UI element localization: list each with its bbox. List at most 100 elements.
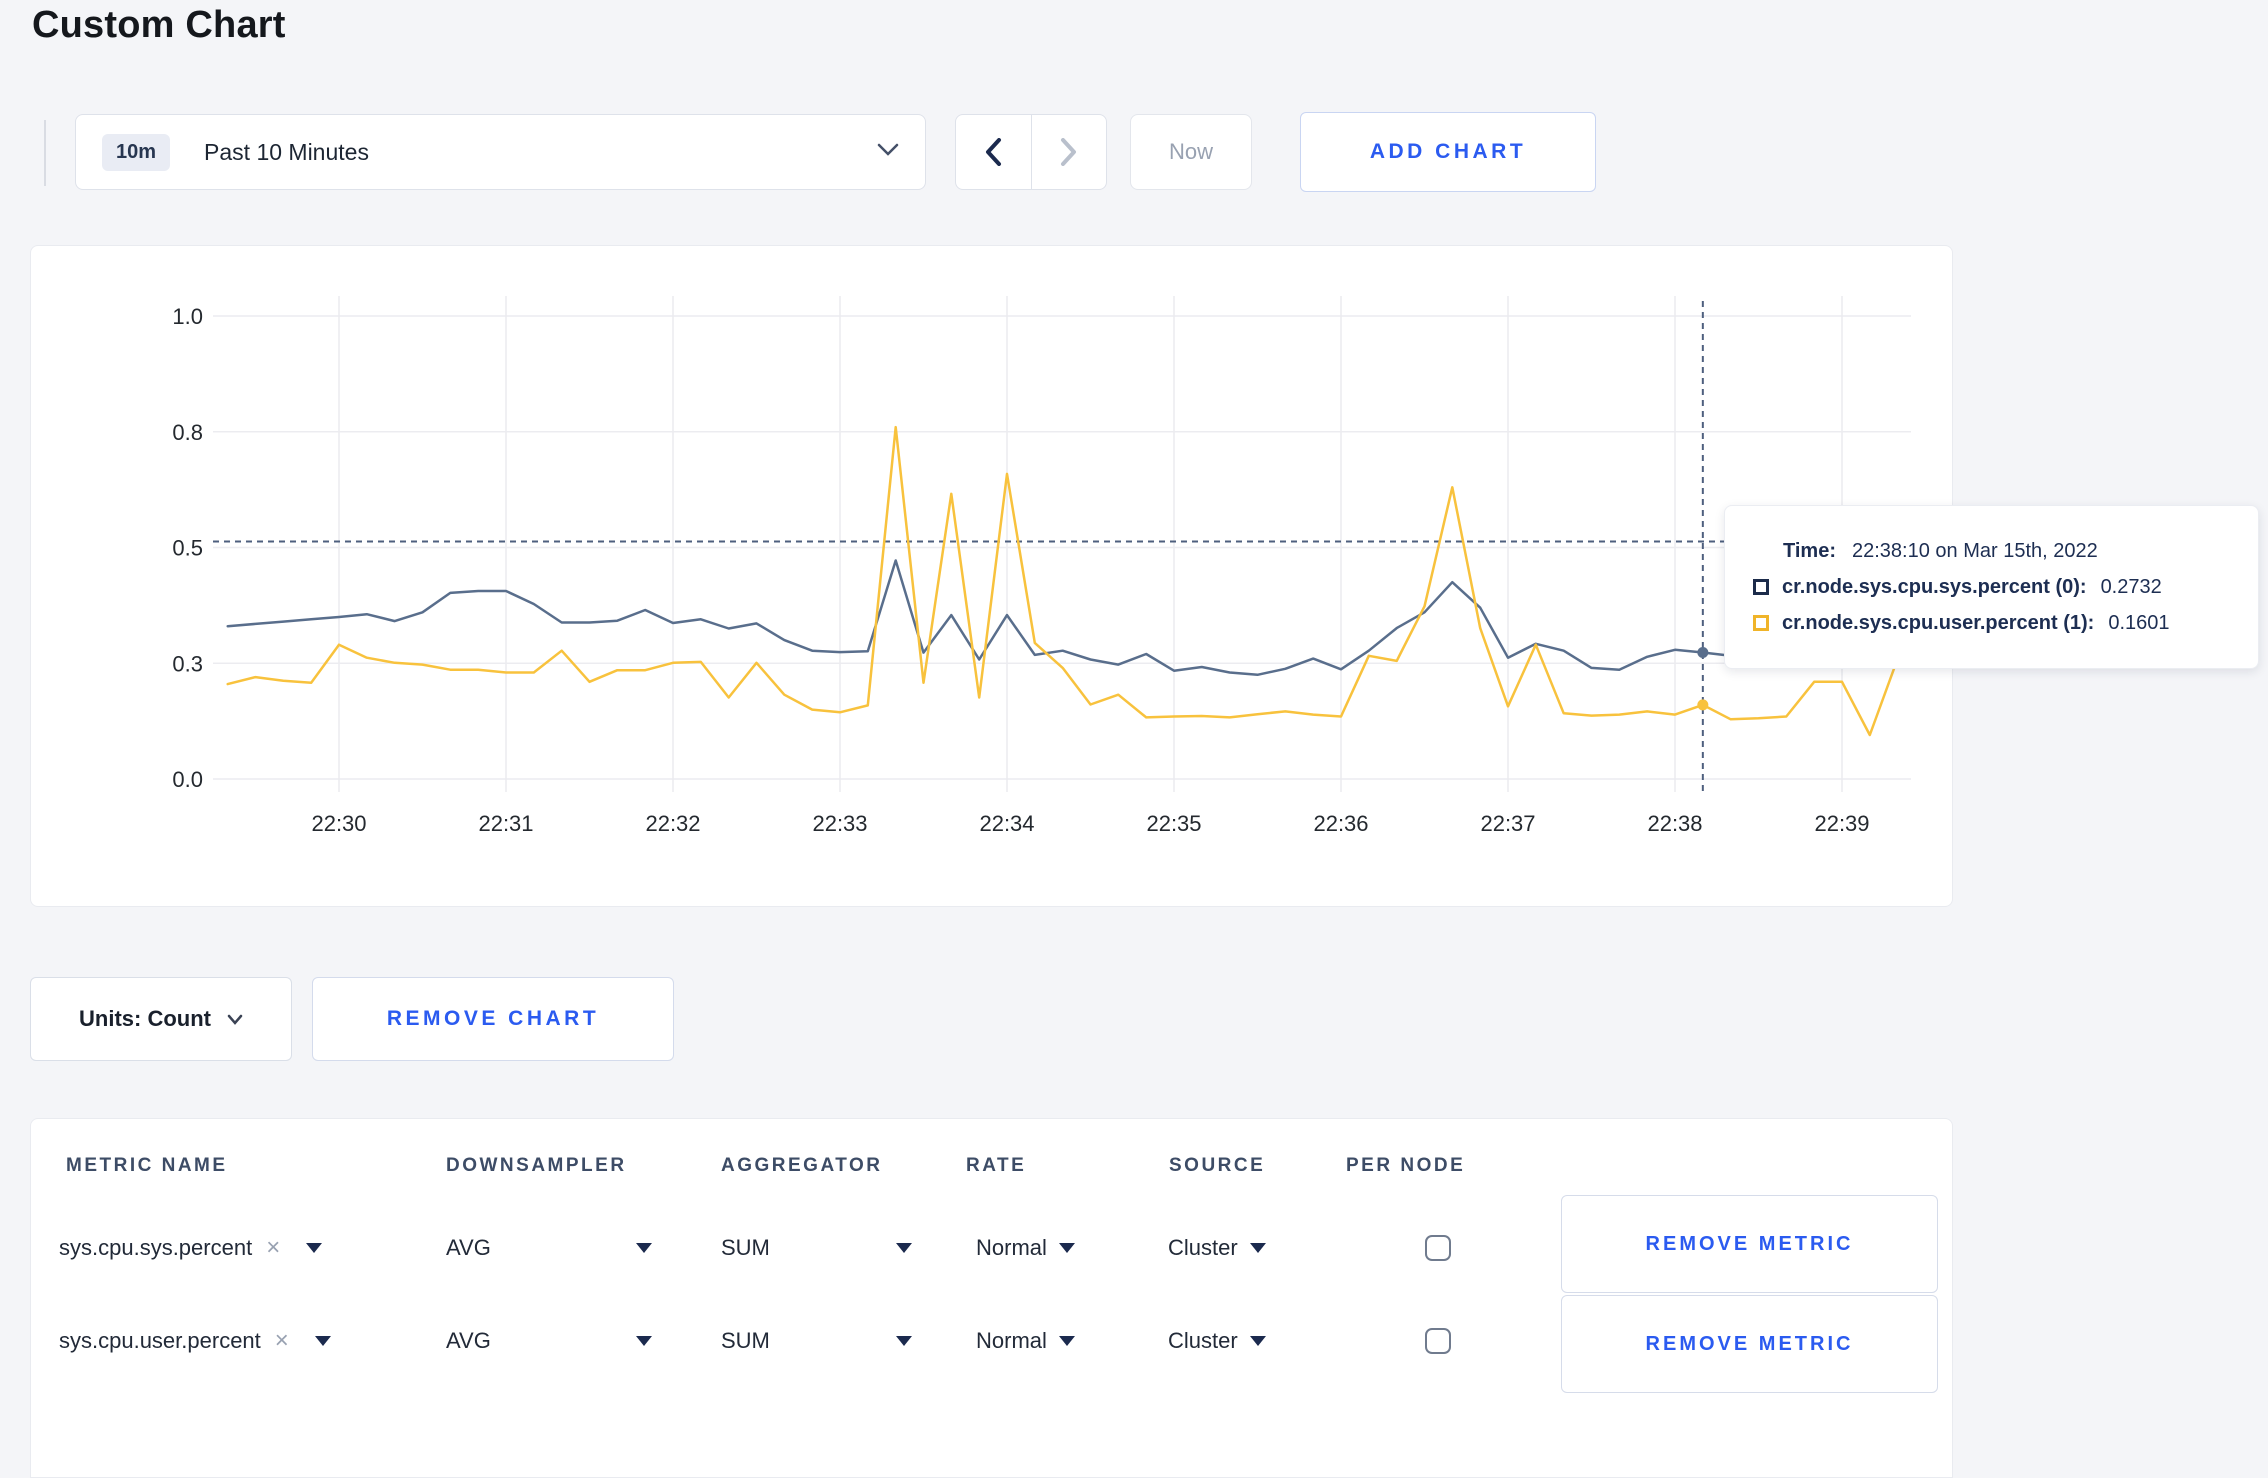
time-window-label: Past 10 Minutes bbox=[204, 138, 369, 165]
svg-text:22:30: 22:30 bbox=[311, 811, 366, 836]
tooltip-series-value: 0.2732 bbox=[2100, 575, 2162, 598]
svg-text:1.0: 1.0 bbox=[172, 304, 203, 329]
series-swatch-icon bbox=[1753, 615, 1769, 631]
aggregator-arrow[interactable] bbox=[896, 1243, 912, 1253]
dropdown-arrow-icon bbox=[1058, 1243, 1075, 1253]
series-swatch-icon bbox=[1753, 579, 1769, 595]
dropdown-arrow-icon bbox=[314, 1336, 331, 1346]
svg-text:0.0: 0.0 bbox=[172, 767, 203, 792]
svg-text:22:39: 22:39 bbox=[1814, 811, 1869, 836]
downsampler-value: AVG bbox=[446, 1235, 491, 1260]
tooltip-series-row: cr.node.sys.cpu.sys.percent (0): 0.2732 bbox=[1753, 576, 2238, 599]
metric-name: sys.cpu.user.percent bbox=[59, 1328, 261, 1353]
chevron-left-icon bbox=[986, 138, 1002, 166]
per-node-checkbox[interactable] bbox=[1425, 1235, 1451, 1261]
source-select[interactable]: Cluster bbox=[1168, 1328, 1266, 1354]
units-label: Units: Count bbox=[79, 1006, 211, 1031]
now-button-label: Now bbox=[1168, 139, 1213, 164]
dropdown-arrow-icon bbox=[306, 1243, 323, 1253]
prev-time-button[interactable] bbox=[956, 115, 1032, 189]
remove-metric-label: REMOVE METRIC bbox=[1645, 1332, 1854, 1355]
col-header-rate: RATE bbox=[966, 1155, 1027, 1176]
per-node-cell bbox=[1425, 1328, 1451, 1354]
chevron-down-icon bbox=[877, 143, 899, 162]
col-header-source: SOURCE bbox=[1169, 1155, 1266, 1176]
metric-name-select[interactable]: sys.cpu.sys.percent × bbox=[59, 1234, 323, 1262]
timeseries-chart[interactable]: 0.0 0.3 0.5 0.8 1.0 22:30 22:31 22:32 22:33 22:34… bbox=[31, 246, 1954, 908]
chart-card: 0.0 0.3 0.5 0.8 1.0 22:30 22:31 22:32 22:33 22:34… bbox=[30, 245, 1953, 907]
dropdown-arrow-icon bbox=[1249, 1336, 1266, 1346]
time-window-badge: 10m bbox=[102, 133, 171, 171]
chart-tooltip: Time: 22:38:10 on Mar 15th, 2022 cr.node… bbox=[1724, 505, 2259, 669]
downsampler-select[interactable]: AVG bbox=[446, 1328, 491, 1354]
svg-text:0.8: 0.8 bbox=[172, 420, 203, 445]
remove-chart-button[interactable]: REMOVE CHART bbox=[312, 977, 674, 1061]
tooltip-time-value: 22:38:10 on Mar 15th, 2022 bbox=[1851, 539, 2098, 562]
source-select[interactable]: Cluster bbox=[1168, 1235, 1266, 1261]
next-time-button[interactable] bbox=[1032, 115, 1107, 189]
aggregator-value: SUM bbox=[721, 1235, 770, 1260]
tooltip-series-row: cr.node.sys.cpu.user.percent (1): 0.1601 bbox=[1753, 612, 2238, 635]
source-value: Cluster bbox=[1168, 1328, 1238, 1353]
remove-chart-label: REMOVE CHART bbox=[386, 1007, 600, 1030]
tooltip-series-label: cr.node.sys.cpu.user.percent (1): bbox=[1782, 611, 2095, 634]
tooltip-time-row: Time: 22:38:10 on Mar 15th, 2022 bbox=[1753, 540, 2238, 563]
tooltip-time-label: Time: bbox=[1783, 539, 1836, 562]
svg-text:22:35: 22:35 bbox=[1146, 811, 1201, 836]
dropdown-arrow-icon bbox=[896, 1243, 912, 1253]
page-title: Custom Chart bbox=[32, 4, 286, 46]
col-header-aggregator: AGGREGATOR bbox=[721, 1155, 883, 1176]
tooltip-series-label: cr.node.sys.cpu.sys.percent (0): bbox=[1782, 575, 2087, 598]
custom-chart-page: Custom Chart 10m Past 10 Minutes Now ADD… bbox=[0, 0, 2268, 1478]
chevron-right-icon bbox=[1060, 138, 1076, 166]
dropdown-arrow-icon bbox=[1058, 1336, 1075, 1346]
clear-metric-icon[interactable]: × bbox=[275, 1327, 289, 1355]
dropdown-arrow-icon bbox=[636, 1336, 652, 1346]
svg-text:22:34: 22:34 bbox=[979, 811, 1034, 836]
aggregator-select[interactable]: SUM bbox=[721, 1235, 770, 1261]
downsampler-arrow[interactable] bbox=[636, 1243, 652, 1253]
svg-text:22:31: 22:31 bbox=[478, 811, 533, 836]
downsampler-arrow[interactable] bbox=[636, 1336, 652, 1346]
svg-text:0.5: 0.5 bbox=[172, 536, 203, 561]
svg-text:22:38: 22:38 bbox=[1647, 811, 1702, 836]
rate-select[interactable]: Normal bbox=[976, 1235, 1075, 1261]
rate-select[interactable]: Normal bbox=[976, 1328, 1075, 1354]
dropdown-arrow-icon bbox=[636, 1243, 652, 1253]
downsampler-select[interactable]: AVG bbox=[446, 1235, 491, 1261]
time-pager bbox=[955, 114, 1107, 190]
aggregator-select[interactable]: SUM bbox=[721, 1328, 770, 1354]
time-window-selector[interactable]: 10m Past 10 Minutes bbox=[75, 114, 926, 190]
metrics-table: METRIC NAME DOWNSAMPLER AGGREGATOR RATE … bbox=[30, 1118, 1953, 1478]
per-node-checkbox[interactable] bbox=[1425, 1328, 1451, 1354]
svg-text:0.3: 0.3 bbox=[172, 651, 203, 676]
remove-metric-button[interactable]: REMOVE METRIC bbox=[1561, 1295, 1938, 1393]
rate-value: Normal bbox=[976, 1328, 1047, 1353]
svg-text:22:37: 22:37 bbox=[1480, 811, 1535, 836]
downsampler-value: AVG bbox=[446, 1328, 491, 1353]
rate-value: Normal bbox=[976, 1235, 1047, 1260]
svg-text:22:32: 22:32 bbox=[645, 811, 700, 836]
aggregator-arrow[interactable] bbox=[896, 1336, 912, 1346]
col-header-metric-name: METRIC NAME bbox=[66, 1155, 228, 1176]
chevron-down-icon bbox=[227, 1014, 243, 1025]
units-selector[interactable]: Units: Count bbox=[30, 977, 292, 1061]
tooltip-series-value: 0.1601 bbox=[2108, 611, 2170, 634]
remove-metric-button[interactable]: REMOVE METRIC bbox=[1561, 1195, 1938, 1293]
col-header-downsampler: DOWNSAMPLER bbox=[446, 1155, 627, 1176]
source-value: Cluster bbox=[1168, 1235, 1238, 1260]
dropdown-arrow-icon bbox=[896, 1336, 912, 1346]
now-button[interactable]: Now bbox=[1130, 114, 1252, 190]
dropdown-arrow-icon bbox=[1249, 1243, 1266, 1253]
svg-text:22:33: 22:33 bbox=[812, 811, 867, 836]
metric-name-select[interactable]: sys.cpu.user.percent × bbox=[59, 1327, 331, 1355]
remove-metric-label: REMOVE METRIC bbox=[1645, 1232, 1854, 1255]
metric-name: sys.cpu.sys.percent bbox=[59, 1235, 253, 1260]
per-node-cell bbox=[1425, 1235, 1451, 1261]
clear-metric-icon[interactable]: × bbox=[266, 1234, 280, 1262]
toolbar-divider bbox=[44, 120, 46, 186]
add-chart-label: ADD CHART bbox=[1369, 140, 1527, 163]
aggregator-value: SUM bbox=[721, 1328, 770, 1353]
add-chart-button[interactable]: ADD CHART bbox=[1300, 112, 1596, 192]
col-header-per-node: PER NODE bbox=[1346, 1155, 1466, 1176]
